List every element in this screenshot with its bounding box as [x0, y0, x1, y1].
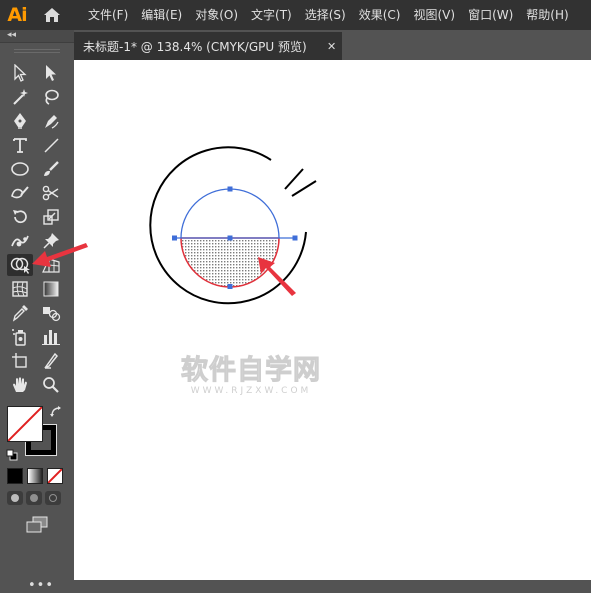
collapse-panel-button[interactable]: ◂◂: [0, 30, 74, 43]
home-icon[interactable]: [34, 0, 70, 30]
document-tab-title: 未标题-1* @ 138.4% (CMYK/GPU 预览): [83, 39, 307, 54]
none-mode-button[interactable]: [47, 468, 63, 484]
mesh-tool[interactable]: [7, 278, 33, 300]
rotate-tool[interactable]: [7, 206, 33, 228]
hand-tool[interactable]: [7, 374, 33, 396]
scale-tool[interactable]: [38, 206, 64, 228]
menu-effect[interactable]: 效果(C): [353, 0, 408, 30]
scissors-tool[interactable]: [38, 182, 64, 204]
annotation-arrow-tool: [32, 243, 88, 267]
draw-normal-button[interactable]: [7, 491, 23, 505]
edit-toolbar-button[interactable]: •••: [28, 578, 53, 593]
magic-wand-tool[interactable]: [7, 86, 33, 108]
line-segment-tool[interactable]: [38, 134, 64, 156]
slice-tool[interactable]: [38, 350, 64, 372]
menu-view[interactable]: 视图(V): [407, 0, 462, 30]
selected-upper-arc: [180, 188, 280, 239]
motion-line-1: [284, 168, 304, 190]
shaper-tool[interactable]: [7, 182, 33, 204]
watermark: 软件自学网 WWW.RJZXW.COM: [178, 355, 324, 396]
draw-inside-button[interactable]: [45, 491, 61, 505]
blend-tool[interactable]: [38, 302, 64, 324]
column-graph-tool[interactable]: [38, 326, 64, 348]
anchor-point: [227, 186, 233, 192]
screen-mode-icon[interactable]: [25, 516, 49, 534]
annotation-arrow-canvas: [258, 257, 296, 296]
document-tab[interactable]: 未标题-1* @ 138.4% (CMYK/GPU 预览) ✕: [74, 32, 342, 60]
document-tab-bar: 未标题-1* @ 138.4% (CMYK/GPU 预览) ✕: [74, 30, 591, 60]
menu-file[interactable]: 文件(F): [82, 0, 135, 30]
panel-grip[interactable]: [14, 49, 60, 53]
direct-selection-tool[interactable]: [38, 62, 64, 84]
type-tool[interactable]: [7, 134, 33, 156]
menu-type[interactable]: 文字(T): [245, 0, 299, 30]
swap-fill-stroke-icon[interactable]: [49, 404, 63, 418]
anchor-point: [227, 235, 233, 241]
curvature-tool[interactable]: [38, 110, 64, 132]
color-mode-button[interactable]: [7, 468, 23, 484]
zoom-tool[interactable]: [38, 374, 64, 396]
motion-line-2: [291, 180, 317, 197]
pen-tool[interactable]: [7, 110, 33, 132]
draw-behind-button[interactable]: [26, 491, 42, 505]
eyedropper-tool[interactable]: [7, 302, 33, 324]
artwork: [149, 146, 317, 305]
close-tab-icon[interactable]: ✕: [327, 40, 336, 53]
fill-color-swatch[interactable]: [7, 406, 43, 442]
anchor-point: [172, 235, 177, 241]
ellipse-tool[interactable]: [7, 158, 33, 180]
drawing-modes: [7, 491, 61, 505]
symbol-sprayer-tool[interactable]: [7, 326, 33, 348]
color-mode-row: [7, 468, 63, 484]
menu-edit[interactable]: 编辑(E): [135, 0, 189, 30]
app-logo: Ai: [7, 4, 27, 26]
artboard-tool[interactable]: [7, 350, 33, 372]
menu-bar: Ai 文件(F) 编辑(E) 对象(O) 文字(T) 选择(S) 效果(C) 视…: [0, 0, 591, 30]
lasso-tool[interactable]: [38, 86, 64, 108]
paintbrush-tool[interactable]: [38, 158, 64, 180]
watermark-url: WWW.RJZXW.COM: [190, 386, 312, 396]
anchor-point: [227, 284, 233, 289]
watermark-title: 软件自学网: [181, 355, 321, 386]
menu-object[interactable]: 对象(O): [189, 0, 245, 30]
selection-tool[interactable]: [7, 62, 33, 84]
tools-panel: ◂◂ •••: [0, 30, 74, 593]
default-fill-stroke-icon[interactable]: [6, 446, 18, 461]
gradient-mode-button[interactable]: [27, 468, 43, 484]
artboard-canvas[interactable]: 软件自学网 WWW.RJZXW.COM: [74, 60, 591, 580]
menu-window[interactable]: 窗口(W): [462, 0, 520, 30]
menu-select[interactable]: 选择(S): [299, 0, 353, 30]
gradient-tool[interactable]: [38, 278, 64, 300]
menu-help[interactable]: 帮助(H): [520, 0, 575, 30]
anchor-point: [292, 235, 298, 241]
